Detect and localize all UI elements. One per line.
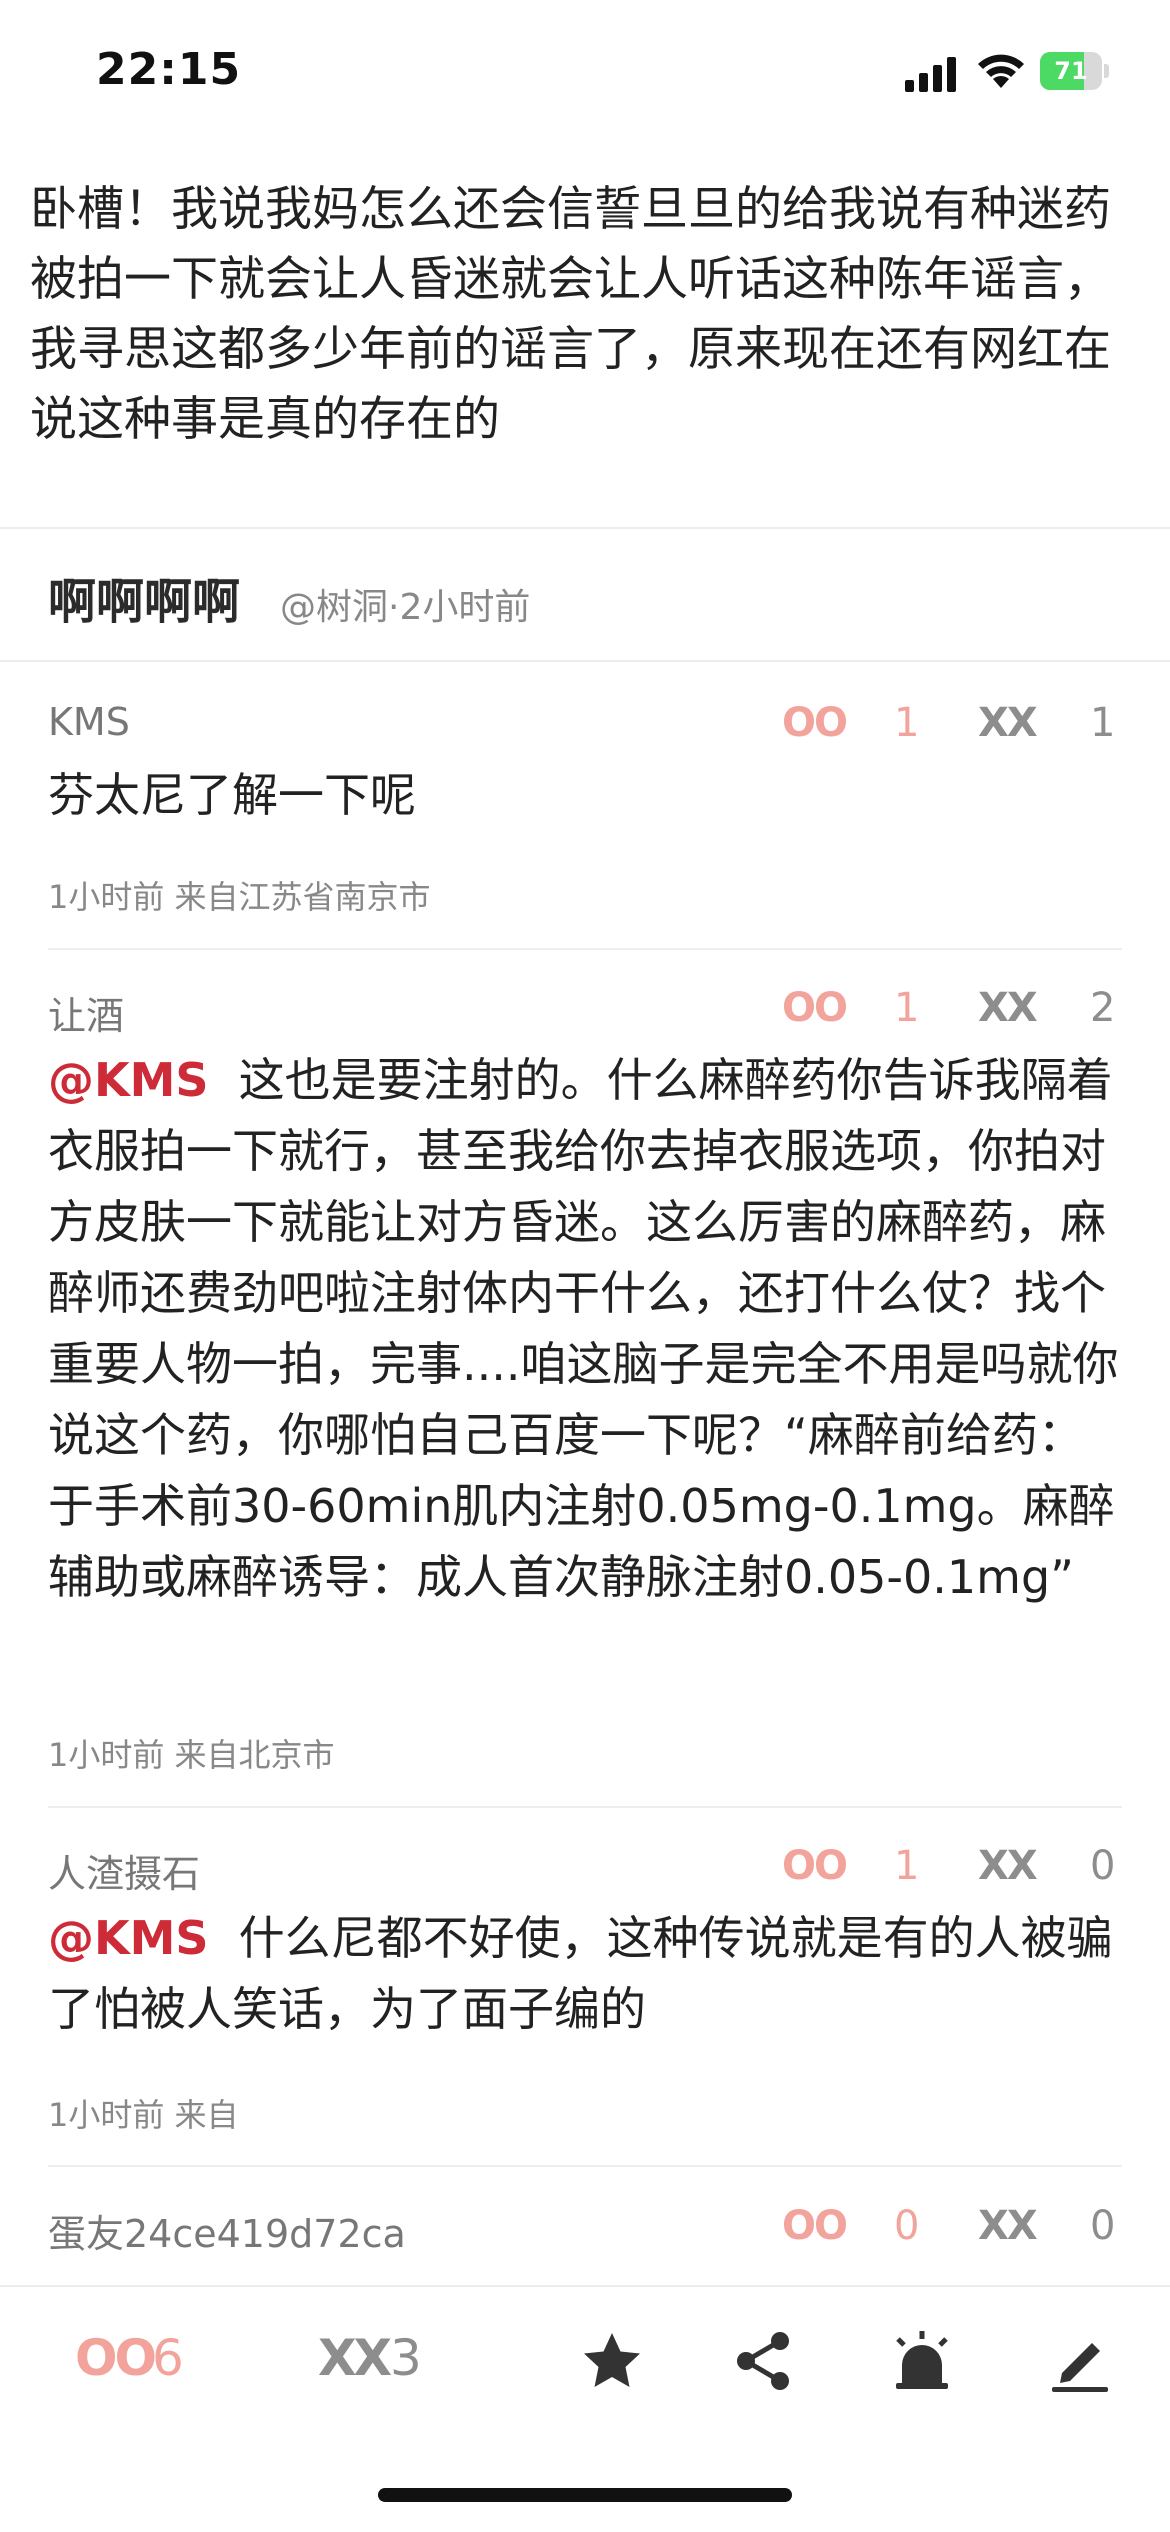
- comment-item: KMS OO 1 XX 1 芬太尼了解一下呢 1小时前 来自江苏省南京市: [48, 700, 1122, 930]
- pencil-icon[interactable]: [1048, 2329, 1112, 2393]
- post-author-bar[interactable]: 啊啊啊啊 @树洞·2小时前: [0, 530, 1170, 660]
- post-text: 卧槽！我说我妈怎么还会信誓旦旦的给我说有种迷药被拍一下就会让人昏迷就会让人听话这…: [30, 182, 1111, 447]
- oo-count: 0: [894, 2203, 920, 2249]
- oo-count: 1: [894, 985, 920, 1031]
- post-meta: @树洞·2小时前: [280, 587, 531, 628]
- author-divider: [0, 660, 1170, 662]
- comment-meta: 1小时前 来自北京市: [48, 1736, 335, 1774]
- battery-percent: 71: [1054, 57, 1088, 85]
- xx-count: 0: [1090, 2203, 1116, 2249]
- xx-vote-button[interactable]: XX: [978, 700, 1038, 746]
- status-time: 22:15: [96, 44, 242, 95]
- comment-votes: OO 1 XX 2: [782, 985, 1122, 1035]
- comment-votes: OO 0 XX 0: [782, 2203, 1122, 2253]
- comment-mention[interactable]: @KMS: [48, 1053, 209, 1107]
- star-icon[interactable]: [580, 2329, 644, 2393]
- oo-vote-button[interactable]: OO: [782, 1843, 848, 1889]
- oo-count: 1: [894, 700, 920, 746]
- comment-author[interactable]: 人渣摄石: [48, 1843, 200, 1898]
- xx-vote-button[interactable]: XX: [978, 985, 1038, 1031]
- wifi-icon: [978, 54, 1024, 88]
- comment-divider: [48, 2165, 1122, 2167]
- comment-item: 让酒 OO 1 XX 2 @KMS 这也是要注射的。什么麻醉药你告诉我隔着衣服拍一…: [48, 985, 1122, 1785]
- post-xx-count: 3: [390, 2329, 422, 2387]
- alarm-icon[interactable]: [890, 2329, 954, 2393]
- cellular-signal-icon: [905, 57, 956, 92]
- comment-text: @KMS 这也是要注射的。什么麻醉药你告诉我隔着衣服拍一下就行，甚至我给你去掉衣服…: [48, 1045, 1128, 1613]
- oo-vote-button[interactable]: OO: [782, 2203, 848, 2249]
- comment-votes: OO 1 XX 1: [782, 700, 1122, 750]
- comment-votes: OO 1 XX 0: [782, 1843, 1122, 1893]
- xx-count: 0: [1090, 1843, 1116, 1889]
- post-xx-button[interactable]: XX: [318, 2329, 392, 2387]
- comment-author[interactable]: KMS: [48, 700, 130, 744]
- post-divider: [0, 527, 1170, 529]
- xx-count: 1: [1090, 700, 1116, 746]
- oo-vote-button[interactable]: OO: [782, 985, 848, 1031]
- comment-text: @KMS 什么尼都不好使，这种传说就是有的人被骗了怕被人笑话，为了面子编的: [48, 1903, 1128, 2045]
- comment-text: 芬太尼了解一下呢: [48, 760, 1128, 831]
- post-oo-count: 6: [152, 2329, 184, 2387]
- oo-vote-button[interactable]: OO: [782, 700, 848, 746]
- comment-meta: 1小时前 来自江苏省南京市: [48, 878, 431, 916]
- xx-count: 2: [1090, 985, 1116, 1031]
- battery-icon: 71: [1040, 52, 1110, 92]
- post-oo-button[interactable]: OO: [75, 2329, 157, 2387]
- share-icon[interactable]: [732, 2329, 796, 2393]
- post-author-name[interactable]: 啊啊啊啊: [48, 562, 240, 632]
- comment-divider: [48, 948, 1122, 950]
- comment-divider: [48, 1806, 1122, 1808]
- home-indicator[interactable]: [378, 2488, 792, 2502]
- comment-meta: 1小时前 来自: [48, 2096, 239, 2134]
- oo-count: 1: [894, 1843, 920, 1889]
- comment-item: 人渣摄石 OO 1 XX 0 @KMS 什么尼都不好使，这种传说就是有的人被骗了怕…: [48, 1843, 1122, 2163]
- comment-body: 这也是要注射的。什么麻醉药你告诉我隔着衣服拍一下就行，甚至我给你去掉衣服选项，你…: [48, 1053, 1119, 1604]
- xx-vote-button[interactable]: XX: [978, 1843, 1038, 1889]
- bottom-action-bar: OO 6 XX 3: [0, 2285, 1170, 2437]
- comment-author[interactable]: 蛋友24ce419d72ca: [48, 2203, 406, 2258]
- comment-body: 芬太尼了解一下呢: [48, 768, 416, 822]
- comment-item: 蛋友24ce419d72ca OO 0 XX 0: [48, 2203, 1122, 2273]
- comment-mention[interactable]: @KMS: [48, 1911, 209, 1965]
- xx-vote-button[interactable]: XX: [978, 2203, 1038, 2249]
- comment-author[interactable]: 让酒: [48, 985, 124, 1040]
- status-bar: 22:15 71: [0, 0, 1170, 150]
